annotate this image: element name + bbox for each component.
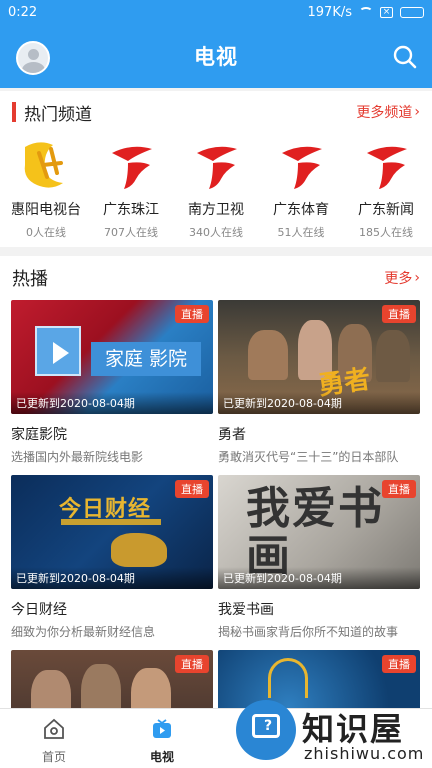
- live-badge: 直播: [175, 305, 209, 323]
- live-badge: 直播: [175, 655, 209, 673]
- battery-icon: [400, 6, 424, 18]
- live-badge: 直播: [382, 305, 416, 323]
- hot-play-section: 热播 更多 › 家庭 影院 直播 已更新到2020-08-04期 家庭影院 选播…: [0, 256, 432, 764]
- hot-channels-header: 热门频道 更多频道 ›: [0, 91, 432, 133]
- wifi-icon: [359, 7, 373, 17]
- play-icon: [35, 326, 81, 376]
- program-desc: 选播国内外最新院线电影: [11, 450, 144, 464]
- more-channels-link[interactable]: 更多频道: [356, 102, 412, 122]
- program-title: 勇者: [218, 427, 246, 443]
- app-header: 电视: [0, 24, 432, 88]
- channel-online-count: 707人在线: [104, 226, 158, 239]
- channel-item[interactable]: 惠阳电视台 0人在线: [4, 139, 88, 240]
- tab-home[interactable]: 首页: [0, 709, 108, 768]
- sim-off-icon: ×: [380, 6, 393, 18]
- channel-item[interactable]: 广东体育 51人在线: [259, 139, 343, 240]
- more-hot-play-link[interactable]: 更多: [384, 268, 412, 288]
- tab-tv[interactable]: 电视: [108, 709, 216, 768]
- page-title: 电视: [194, 45, 238, 69]
- hot-play-title: 热播: [12, 269, 48, 290]
- channel-online-count: 185人在线: [359, 226, 413, 239]
- home-icon: [44, 718, 64, 739]
- program-card[interactable]: 勇者 直播 已更新到2020-08-04期 勇者 勇敢消灭代号“三十三”的日本部…: [218, 300, 420, 465]
- channel-name: 惠阳电视台: [11, 202, 81, 218]
- program-title: 我爱书画: [218, 602, 274, 618]
- hot-channels-section: 热门频道 更多频道 › 惠阳电视台 0人在线 广东珠江 707人在线 南方卫视 …: [0, 91, 432, 247]
- program-desc: 揭秘书画家背后你所不知道的故事: [218, 625, 399, 639]
- channel-name: 南方卫视: [188, 202, 244, 218]
- watermark-logo-icon: ?: [236, 700, 296, 760]
- channel-online-count: 51人在线: [277, 226, 325, 239]
- program-card[interactable]: 家庭 影院 直播 已更新到2020-08-04期 家庭影院 选播国内外最新院线电…: [11, 300, 213, 465]
- live-badge: 直播: [382, 480, 416, 498]
- channel-name: 广东珠江: [103, 202, 159, 218]
- status-time: 0:22: [8, 4, 38, 20]
- program-desc: 细致为你分析最新财经信息: [11, 625, 156, 639]
- channel-item[interactable]: 南方卫视 340人在线: [174, 139, 258, 240]
- thumb-caption: 家庭 影院: [91, 342, 201, 376]
- program-title: 今日财经: [11, 602, 67, 618]
- program-thumbnail[interactable]: 今日财经 直播 已更新到2020-08-04期: [11, 475, 213, 589]
- avatar-body: [22, 62, 45, 73]
- channel-name: 广东新闻: [358, 202, 414, 218]
- huiyang-tv-logo-icon: [24, 142, 63, 188]
- poster-figure: [376, 330, 410, 382]
- guangdong-tv-logo-icon: [282, 146, 322, 189]
- hot-channels-title: 热门频道: [24, 104, 92, 125]
- update-info: 已更新到2020-08-04期: [218, 567, 420, 589]
- channel-online-count: 340人在线: [189, 226, 243, 239]
- program-card[interactable]: 今日财经 直播 已更新到2020-08-04期 今日财经 细致为你分析最新财经信…: [11, 475, 213, 640]
- program-thumbnail[interactable]: 勇者 直播 已更新到2020-08-04期: [218, 300, 420, 414]
- program-desc: 勇敢消灭代号“三十三”的日本部队: [218, 450, 399, 464]
- net-speed: 197K/s: [307, 4, 353, 20]
- chevron-right-icon[interactable]: ›: [414, 270, 420, 286]
- channel-item[interactable]: 广东新闻 185人在线: [344, 139, 428, 240]
- avatar-head: [28, 49, 39, 60]
- tab-label: 首页: [41, 750, 66, 764]
- live-badge: 直播: [175, 480, 209, 498]
- channel-item[interactable]: 广东珠江 707人在线: [89, 139, 173, 240]
- program-thumbnail[interactable]: 我爱书画 直播 已更新到2020-08-04期: [218, 475, 420, 589]
- tab-label: 电视: [149, 750, 174, 764]
- guangdong-tv-logo-icon: [367, 146, 407, 189]
- live-badge: 直播: [382, 655, 416, 673]
- poster-figure: [248, 330, 288, 380]
- update-info: 已更新到2020-08-04期: [218, 392, 420, 414]
- program-title: 家庭影院: [11, 427, 67, 443]
- section-marker: [12, 102, 16, 122]
- watermark: ? 知识屋 zhishiwu.com: [236, 700, 432, 768]
- status-bar: 0:22 197K/s ×: [0, 0, 432, 24]
- search-icon[interactable]: [392, 44, 418, 70]
- update-info: 已更新到2020-08-04期: [11, 392, 213, 414]
- guangdong-tv-logo-icon: [112, 146, 152, 189]
- emblem-icon: [268, 658, 308, 698]
- thumb-banner-strip: [61, 519, 161, 525]
- bull-figure: [111, 533, 167, 567]
- hot-play-header: 热播 更多 ›: [0, 256, 432, 300]
- channel-name: 广东体育: [273, 202, 329, 218]
- program-card[interactable]: 我爱书画 直播 已更新到2020-08-04期 我爱书画 揭秘书画家背后你所不知…: [218, 475, 420, 640]
- chevron-right-icon[interactable]: ›: [414, 104, 420, 120]
- tv-icon: [153, 719, 171, 738]
- update-info: 已更新到2020-08-04期: [11, 567, 213, 589]
- channel-list: 惠阳电视台 0人在线 广东珠江 707人在线 南方卫视 340人在线 广东体育 …: [0, 139, 432, 240]
- program-thumbnail[interactable]: 家庭 影院 直播 已更新到2020-08-04期: [11, 300, 213, 414]
- guangdong-tv-logo-icon: [197, 146, 237, 189]
- avatar[interactable]: [16, 41, 50, 75]
- watermark-domain: zhishiwu.com: [304, 744, 425, 763]
- channel-online-count: 0人在线: [26, 226, 66, 239]
